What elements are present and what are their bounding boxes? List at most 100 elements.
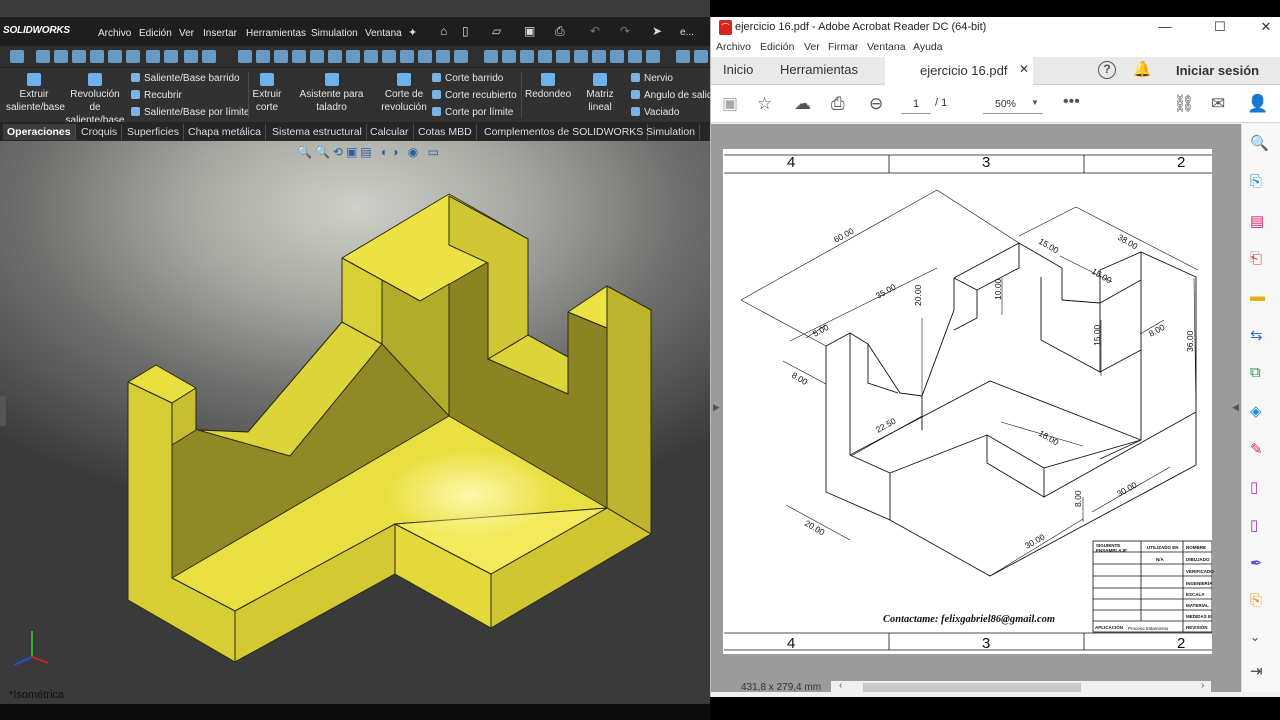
tab-chapa-metalica[interactable]: Chapa metálica	[184, 124, 266, 140]
tab-calcular[interactable]: Calcular	[366, 124, 414, 140]
add-user-icon[interactable]: 👤	[1247, 94, 1268, 114]
shell-button[interactable]: Vaciado	[631, 107, 679, 118]
tab-croquis[interactable]: Croquis	[77, 124, 123, 140]
fill-sign-icon[interactable]: ✎	[1250, 440, 1263, 458]
command-icon[interactable]	[256, 50, 270, 63]
sw-menu-archivo[interactable]: Archivo	[98, 28, 131, 39]
revolve-cut-button[interactable]: Corte de revolución	[381, 73, 427, 114]
loft-button[interactable]: Recubrir	[131, 90, 182, 101]
pin-icon[interactable]: ✦	[408, 26, 417, 39]
command-icon[interactable]	[592, 50, 606, 63]
command-icon[interactable]	[292, 50, 306, 63]
close-tab-icon[interactable]: ✕	[1019, 62, 1029, 76]
help-icon[interactable]: ?	[1098, 61, 1116, 79]
sign-in-button[interactable]: Iniciar sesión	[1176, 63, 1259, 78]
command-icon[interactable]	[436, 50, 450, 63]
fillet-button[interactable]: Redondeo	[525, 73, 571, 101]
ac-menu-edicion[interactable]: Edición	[760, 41, 794, 53]
swept-cut-button[interactable]: Corte barrido	[432, 73, 503, 84]
organize-pages-icon[interactable]: ▤	[1250, 212, 1264, 230]
stamp-icon[interactable]: ⎘	[1250, 592, 1262, 609]
expand-left-panel-icon[interactable]: ▶	[713, 402, 720, 413]
export-pdf-icon[interactable]: ⎘	[1250, 173, 1262, 190]
scroll-left-icon[interactable]: ‹	[839, 680, 842, 691]
command-icon[interactable]	[202, 50, 216, 63]
panel-handle[interactable]	[0, 396, 6, 426]
sw-menu-insertar[interactable]: Insertar	[203, 28, 237, 39]
command-icon[interactable]	[676, 50, 690, 63]
command-icon[interactable]	[36, 50, 50, 63]
ac-menu-ayuda[interactable]: Ayuda	[913, 41, 943, 53]
command-icon[interactable]	[610, 50, 624, 63]
linear-pattern-button[interactable]: Matriz lineal	[574, 73, 626, 114]
expand-tools-icon[interactable]: ⌄	[1250, 630, 1260, 644]
command-icon[interactable]	[364, 50, 378, 63]
ac-menu-firmar[interactable]: Firmar	[828, 41, 858, 53]
open-icon[interactable]: ▱	[492, 24, 501, 38]
command-icon[interactable]	[146, 50, 160, 63]
ac-menu-archivo[interactable]: Archivo	[716, 41, 751, 53]
swept-boss-button[interactable]: Saliente/Base barrido	[131, 73, 240, 84]
combine-files-icon[interactable]: ⇆	[1250, 326, 1263, 344]
draft-button[interactable]: Ángulo de salid	[631, 90, 710, 101]
command-icon[interactable]	[454, 50, 468, 63]
sw-menu-herramientas[interactable]: Herramientas	[246, 28, 306, 39]
scrollbar-thumb[interactable]	[863, 683, 1081, 692]
command-icon[interactable]	[346, 50, 360, 63]
sw-menu-ventana[interactable]: Ventana	[365, 28, 402, 39]
command-icon[interactable]	[54, 50, 68, 63]
command-icon[interactable]	[382, 50, 396, 63]
maximize-icon[interactable]: ☐	[1205, 19, 1235, 35]
command-icon[interactable]	[628, 50, 642, 63]
undo-icon[interactable]: ↶	[590, 24, 600, 38]
new-document-icon[interactable]: ▯	[462, 24, 469, 38]
sw-menu-edicion[interactable]: Edición	[139, 28, 172, 39]
tab-inicio[interactable]: Inicio	[723, 62, 753, 77]
notifications-bell-icon[interactable]: 🔔	[1133, 60, 1152, 78]
bookmark-star-icon[interactable]: ☆	[757, 94, 772, 114]
3d-model[interactable]	[0, 141, 710, 704]
rib-button[interactable]: Nervio	[631, 73, 673, 84]
tab-operaciones[interactable]: Operaciones	[3, 124, 76, 140]
select-cursor-icon[interactable]: ➤	[652, 24, 662, 38]
command-icon[interactable]	[556, 50, 570, 63]
minimize-icon[interactable]: —	[1150, 19, 1180, 34]
create-pdf-icon[interactable]: ⎗	[1250, 250, 1262, 267]
command-icon[interactable]	[238, 50, 252, 63]
upload-cloud-icon[interactable]: ☁	[794, 94, 811, 114]
home-icon[interactable]: ⌂	[440, 24, 447, 38]
chevron-down-icon[interactable]: ▼	[1031, 98, 1039, 107]
export-excel-icon[interactable]: ⧉	[1250, 364, 1261, 381]
tab-cotas-mbd[interactable]: Cotas MBD	[414, 124, 477, 140]
command-icon[interactable]	[126, 50, 140, 63]
search-icon[interactable]: 🔍	[1250, 134, 1269, 152]
ac-menu-ventana[interactable]: Ventana	[867, 41, 906, 53]
ac-menu-ver[interactable]: Ver	[804, 41, 820, 53]
collapse-right-panel-icon[interactable]: ◀	[1232, 402, 1239, 413]
comment-icon[interactable]: ▬	[1250, 288, 1265, 305]
more-icon[interactable]: e...	[680, 27, 694, 38]
command-icon[interactable]	[108, 50, 122, 63]
print-icon[interactable]: ⎙	[555, 24, 565, 39]
share-link-icon[interactable]: ⛓	[1173, 94, 1195, 114]
command-icon[interactable]	[574, 50, 588, 63]
edit-pdf-icon[interactable]: ▯	[1250, 478, 1258, 496]
command-icon[interactable]	[538, 50, 552, 63]
command-icon[interactable]	[10, 50, 24, 63]
protect-icon[interactable]: ▯	[1250, 516, 1258, 534]
tab-document[interactable]: ejercicio 16.pdf ✕	[885, 57, 1033, 86]
send-sign-icon[interactable]: ✒	[1250, 554, 1263, 572]
tab-complementos[interactable]: Complementos de SOLIDWORKS	[480, 124, 649, 140]
sw-menu-ver[interactable]: Ver	[179, 28, 194, 39]
extrude-cut-button[interactable]: Extruir corte	[252, 73, 282, 114]
collapse-pane-icon[interactable]: ⇥	[1250, 662, 1263, 680]
save-icon[interactable]: ▣	[524, 24, 535, 38]
tab-simulation[interactable]: Simulation	[642, 124, 701, 140]
command-icon[interactable]	[274, 50, 288, 63]
boundary-cut-button[interactable]: Corte por límite	[432, 107, 513, 118]
revolve-boss-button[interactable]: Revolución de saliente/base	[64, 73, 126, 127]
more-options-icon[interactable]: •••	[1063, 93, 1080, 111]
scan-icon[interactable]: ◈	[1250, 402, 1262, 420]
command-icon[interactable]	[694, 50, 708, 63]
save-icon[interactable]: ▣	[722, 94, 738, 114]
